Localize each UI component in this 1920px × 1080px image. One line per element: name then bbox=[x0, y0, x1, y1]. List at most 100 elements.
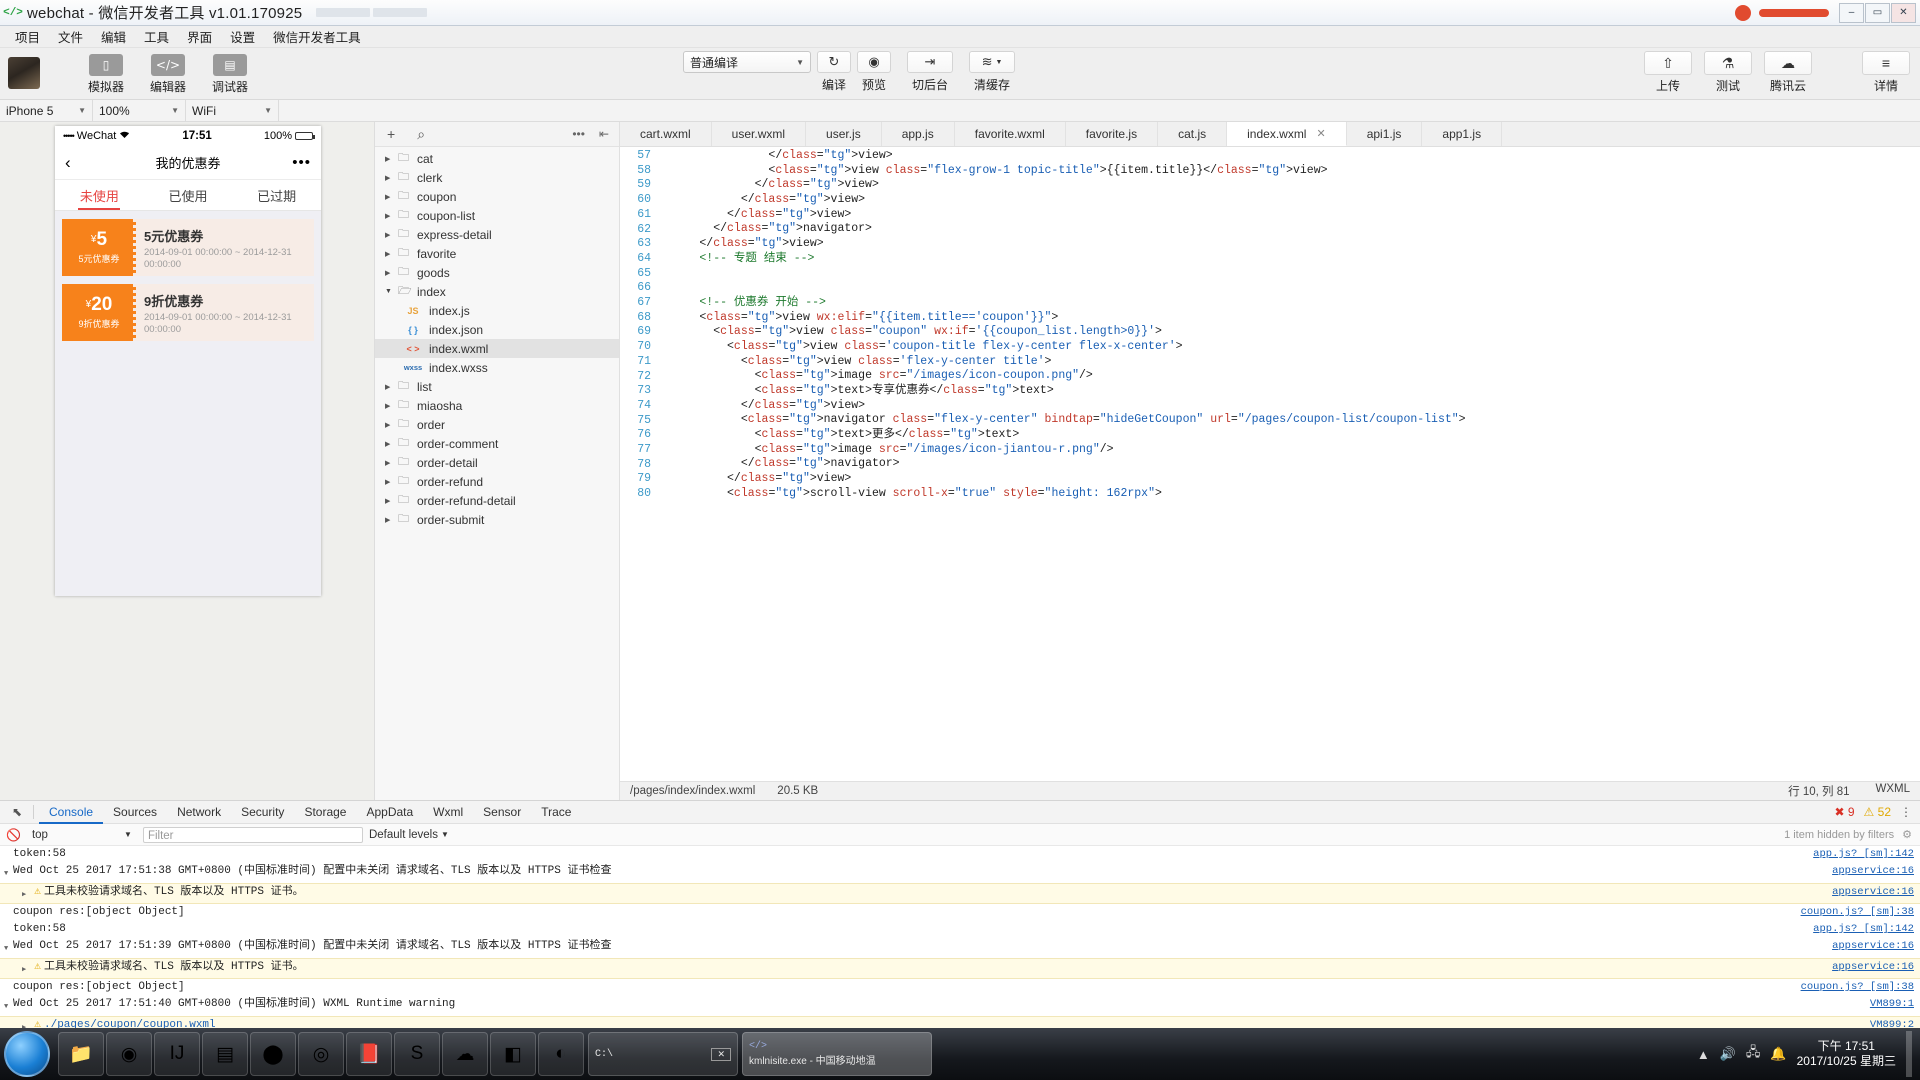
toolbar-details[interactable]: ≡ 详情 bbox=[1862, 51, 1910, 94]
tree-folder[interactable]: ▶🗀order bbox=[375, 415, 619, 434]
more-icon[interactable]: ••• bbox=[292, 154, 311, 171]
titlebar-drag-area[interactable] bbox=[427, 0, 1735, 25]
tab-storage[interactable]: Storage bbox=[294, 801, 356, 824]
toolbar-tencentcloud[interactable]: ☁ 腾讯云 bbox=[1764, 51, 1812, 94]
network-icon[interactable]: 🖧 bbox=[1746, 1043, 1761, 1065]
tree-folder[interactable]: ▶🗀order-comment bbox=[375, 434, 619, 453]
tab-wxml[interactable]: Wxml bbox=[423, 801, 473, 824]
editor-tab[interactable]: api1.js bbox=[1347, 122, 1423, 146]
tree-folder[interactable]: ▶🗀coupon-list bbox=[375, 206, 619, 225]
toolbar-clearcache[interactable]: ≋▼ 清缓存 bbox=[969, 51, 1015, 93]
console-source-link[interactable]: appservice:16 bbox=[1832, 885, 1914, 899]
editor-tab[interactable]: user.js bbox=[806, 122, 882, 146]
tree-folder[interactable]: ▶🗀express-detail bbox=[375, 225, 619, 244]
list-item[interactable]: ¥20 9折优惠券 9折优惠券 2014-09-01 00:00:00 ~ 20… bbox=[62, 284, 314, 341]
plus-icon[interactable]: + bbox=[387, 126, 395, 142]
tree-folder[interactable]: ▶🗀order-submit bbox=[375, 510, 619, 529]
chrome2-icon[interactable]: ◎ bbox=[298, 1032, 344, 1076]
menu-item-tools[interactable]: 工具 bbox=[135, 25, 178, 48]
toolbar-test[interactable]: ⚗ 测试 bbox=[1704, 51, 1752, 94]
tree-folder[interactable]: ▶🗀order-refund-detail bbox=[375, 491, 619, 510]
menu-item-interface[interactable]: 界面 bbox=[178, 25, 221, 48]
kebab-icon[interactable]: ⋮ bbox=[1900, 805, 1912, 819]
console-source-link[interactable]: appservice:16 bbox=[1832, 960, 1914, 974]
console-row[interactable]: token:58app.js? [sm]:142 bbox=[0, 921, 1920, 938]
show-desktop-button[interactable] bbox=[1906, 1031, 1912, 1077]
console-source-link[interactable]: appservice:16 bbox=[1832, 864, 1914, 878]
maximize-button[interactable]: ▭ bbox=[1865, 3, 1890, 23]
tree-file[interactable]: { }index.json bbox=[375, 320, 619, 339]
tab-expired[interactable]: 已过期 bbox=[232, 180, 321, 210]
tab-sensor[interactable]: Sensor bbox=[473, 801, 531, 824]
context-select[interactable]: top ▼ bbox=[27, 828, 137, 842]
tree-folder[interactable]: ▶🗀miaosha bbox=[375, 396, 619, 415]
windows-start-icon[interactable] bbox=[4, 1031, 50, 1077]
intellij-icon[interactable]: IJ bbox=[154, 1032, 200, 1076]
warn-count-badge[interactable]: ⚠ 52 bbox=[1864, 805, 1891, 819]
menu-item-project[interactable]: 项目 bbox=[6, 25, 49, 48]
editor-tab[interactable]: index.wxml✕ bbox=[1227, 122, 1347, 146]
close-icon[interactable]: ✕ bbox=[711, 1048, 731, 1061]
ban-icon[interactable]: 🚫 bbox=[6, 828, 21, 842]
editor-tab[interactable]: cat.js bbox=[1158, 122, 1227, 146]
menu-item-devtools[interactable]: 微信开发者工具 bbox=[264, 25, 370, 48]
editor-tabs[interactable]: cart.wxmluser.wxmluser.jsapp.jsfavorite.… bbox=[620, 122, 1920, 147]
levels-select[interactable]: Default levels ▼ bbox=[369, 829, 449, 841]
device-select[interactable]: iPhone 5 ▼ bbox=[0, 100, 93, 121]
console-row[interactable]: coupon res:[object Object]coupon.js? [sm… bbox=[0, 979, 1920, 996]
folder-icon[interactable]: 📁 bbox=[58, 1032, 104, 1076]
tree-folder[interactable]: ▶🗀list bbox=[375, 377, 619, 396]
console-source-link[interactable]: app.js? [sm]:142 bbox=[1813, 847, 1914, 861]
console-row[interactable]: ▼Wed Oct 25 2017 17:51:38 GMT+0800 (中国标准… bbox=[0, 863, 1920, 883]
tab-trace[interactable]: Trace bbox=[531, 801, 581, 824]
toolbar-compile[interactable]: ↻ 编译 bbox=[817, 51, 851, 93]
toolbar-preview[interactable]: ◉ 预览 bbox=[857, 51, 891, 93]
editor-tab[interactable]: app.js bbox=[882, 122, 955, 146]
filter-input[interactable]: Filter bbox=[143, 827, 363, 843]
tree-folder[interactable]: ▶🗀order-refund bbox=[375, 472, 619, 491]
tree-file[interactable]: wxssindex.wxss bbox=[375, 358, 619, 377]
collapse-icon[interactable]: ⇤ bbox=[599, 127, 609, 141]
project-avatar[interactable] bbox=[8, 57, 40, 89]
ball-icon[interactable]: ⬤ bbox=[250, 1032, 296, 1076]
tree-folder[interactable]: ▶🗀goods bbox=[375, 263, 619, 282]
tree-folder[interactable]: ▼🗁index bbox=[375, 282, 619, 301]
taskbar-window-devtool[interactable]: </> kmlnisite.exe - 中国移动地温 bbox=[742, 1032, 932, 1076]
toolbar-editor[interactable]: </> 编辑器 bbox=[142, 50, 194, 95]
console-row[interactable]: ▼Wed Oct 25 2017 17:51:39 GMT+0800 (中国标准… bbox=[0, 938, 1920, 958]
menu-item-settings[interactable]: 设置 bbox=[221, 25, 264, 48]
window-icon[interactable]: ▤ bbox=[202, 1032, 248, 1076]
list-item[interactable]: ¥5 5元优惠券 5元优惠券 2014-09-01 00:00:00 ~ 201… bbox=[62, 219, 314, 276]
tab-unused[interactable]: 未使用 bbox=[55, 180, 144, 210]
tab-sources[interactable]: Sources bbox=[103, 801, 167, 824]
tab-appdata[interactable]: AppData bbox=[356, 801, 423, 824]
console-source-link[interactable]: app.js? [sm]:142 bbox=[1813, 922, 1914, 936]
app-icon[interactable]: ◧ bbox=[490, 1032, 536, 1076]
tab-security[interactable]: Security bbox=[231, 801, 294, 824]
cloud-app-icon[interactable]: ☁ bbox=[442, 1032, 488, 1076]
toolbar-simulator[interactable]: ▯ 模拟器 bbox=[80, 50, 132, 95]
toolbar-debugger[interactable]: ▤ 调试器 bbox=[204, 50, 256, 95]
console-source-link[interactable]: coupon.js? [sm]:38 bbox=[1801, 905, 1914, 919]
tree-folder[interactable]: ▶🗀coupon bbox=[375, 187, 619, 206]
close-button[interactable]: ✕ bbox=[1891, 3, 1916, 23]
taskbar-clock[interactable]: 下午 17:51 2017/10/25 星期三 bbox=[1797, 1039, 1896, 1069]
console-row[interactable]: coupon res:[object Object]coupon.js? [sm… bbox=[0, 904, 1920, 921]
tree-folder[interactable]: ▶🗀order-detail bbox=[375, 453, 619, 472]
file-tree[interactable]: ▶🗀cat▶🗀clerk▶🗀coupon▶🗀coupon-list▶🗀expre… bbox=[375, 147, 619, 800]
tree-folder[interactable]: ▶🗀cat bbox=[375, 149, 619, 168]
error-count-badge[interactable]: ✖ 9 bbox=[1834, 805, 1854, 819]
console-source-link[interactable]: appservice:16 bbox=[1832, 939, 1914, 953]
editor-tab[interactable]: app1.js bbox=[1422, 122, 1502, 146]
kebab-icon[interactable]: ••• bbox=[572, 127, 585, 141]
console-row[interactable]: ▶⚠工具未校验请求域名、TLS 版本以及 HTTPS 证书。appservice… bbox=[0, 883, 1920, 904]
console-row[interactable]: ▼Wed Oct 25 2017 17:51:40 GMT+0800 (中国标准… bbox=[0, 996, 1920, 1016]
peach-icon[interactable]: ◐ bbox=[538, 1032, 584, 1076]
book-icon[interactable]: 📕 bbox=[346, 1032, 392, 1076]
gear-icon[interactable]: ⚙ bbox=[1902, 828, 1912, 841]
editor-body[interactable]: 5758596061626364656667686970717273747576… bbox=[620, 147, 1920, 781]
network-select[interactable]: WiFi ▼ bbox=[186, 100, 279, 121]
tray-expand-icon[interactable]: ▲ bbox=[1697, 1047, 1710, 1062]
editor-tab[interactable]: favorite.js bbox=[1066, 122, 1158, 146]
inspect-icon[interactable]: ⬉ bbox=[6, 805, 28, 819]
